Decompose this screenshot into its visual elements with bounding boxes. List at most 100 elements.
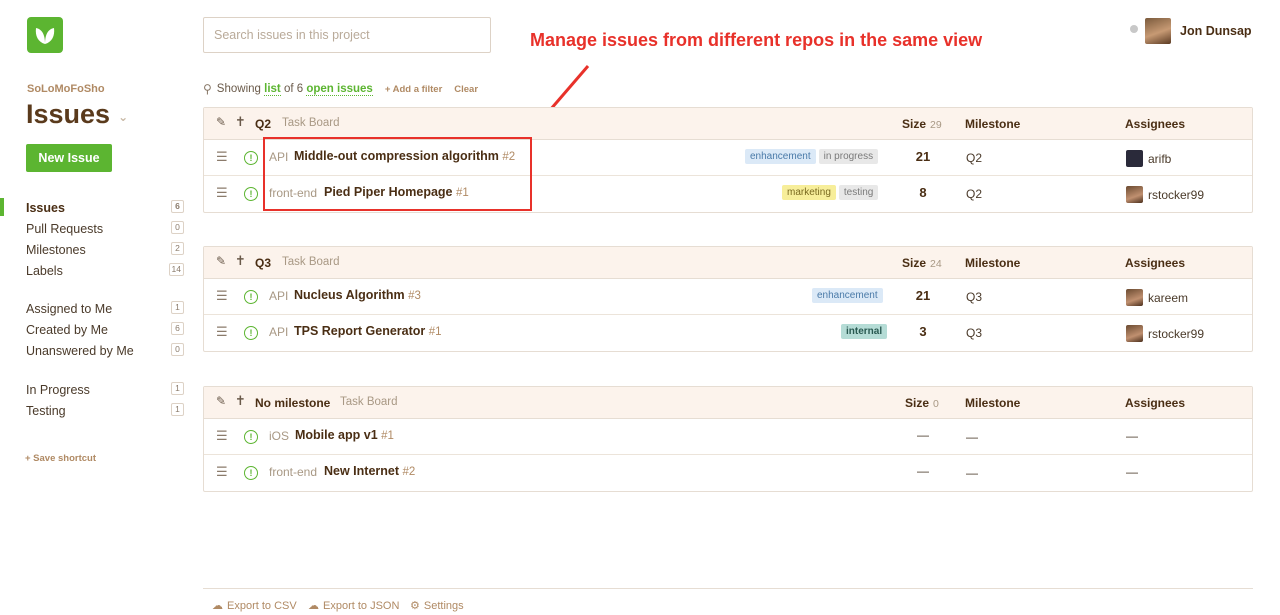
issue-size: — <box>917 428 929 442</box>
issue-title[interactable]: TPS Report Generator #1 <box>294 324 442 338</box>
drag-handle-icon[interactable]: ☰ <box>216 149 228 165</box>
size-header-label: Size <box>902 256 927 270</box>
search-input[interactable] <box>203 17 491 53</box>
open-issue-icon: ! <box>244 326 258 340</box>
size-header: Size 24 <box>902 256 942 270</box>
save-shortcut-link[interactable]: + Save shortcut <box>25 453 96 464</box>
issue-title-text: Pied Piper Homepage <box>324 185 453 199</box>
settings-link[interactable]: ⚙ Settings <box>410 599 464 613</box>
issue-title[interactable]: New Internet #2 <box>324 464 415 478</box>
label-list: internal <box>841 324 888 339</box>
drag-handle-icon[interactable]: ☰ <box>216 185 228 201</box>
project-name[interactable]: SoLoMoFoSho <box>27 83 105 95</box>
task-board-link[interactable]: Task Board <box>282 117 340 129</box>
sidebar-item-pull-requests[interactable]: Pull Requests 0 <box>0 218 190 239</box>
settings-label: Settings <box>423 599 464 612</box>
sidebar-item-issues[interactable]: Issues 6 <box>0 197 190 218</box>
issue-milestone[interactable]: — <box>966 430 978 444</box>
sidebar-nav-main: Issues 6 Pull Requests 0 Milestones 2 La… <box>0 197 190 281</box>
clear-filter-link[interactable]: Clear <box>454 84 478 95</box>
avatar <box>1126 186 1143 203</box>
issue-number: #1 <box>381 430 394 442</box>
sidebar-item-in-progress[interactable]: In Progress 1 <box>0 379 190 400</box>
sidebar-item-milestones[interactable]: Milestones 2 <box>0 239 190 260</box>
sidebar-item-assigned-to-me[interactable]: Assigned to Me 1 <box>0 298 190 319</box>
issue-milestone[interactable]: — <box>966 466 978 480</box>
signpost-icon[interactable]: ✝ <box>235 253 246 269</box>
label-in-progress[interactable]: in progress <box>818 149 879 164</box>
issue-row[interactable]: ☰ ! iOS Mobile app v1 #1 — — — <box>204 419 1252 455</box>
state-filter-link[interactable]: open issues <box>306 83 373 96</box>
sidebar-item-label: Testing <box>26 403 66 418</box>
task-board-link[interactable]: Task Board <box>282 256 340 268</box>
open-issue-icon: ! <box>244 187 258 201</box>
export-json-link[interactable]: ☁ Export to JSON <box>308 599 399 613</box>
issue-row[interactable]: ☰ ! API Nucleus Algorithm #3 enhancement… <box>204 279 1252 315</box>
gear-icon: ⚙ <box>410 600 420 612</box>
new-issue-button[interactable]: New Issue <box>26 144 112 172</box>
size-header-label: Size <box>905 396 930 410</box>
sidebar-item-label: Unanswered by Me <box>26 343 134 358</box>
signpost-icon[interactable]: ✝ <box>235 393 246 409</box>
pencil-icon[interactable]: ✎ <box>216 394 226 408</box>
issue-title[interactable]: Mobile app v1 #1 <box>295 428 394 442</box>
annotation-callout: Manage issues from different repos in th… <box>530 30 983 50</box>
drag-handle-icon[interactable]: ☰ <box>216 324 228 340</box>
milestone-header: Milestone <box>965 117 1021 131</box>
add-filter-link[interactable]: + Add a filter <box>385 84 442 95</box>
app-logo[interactable] <box>27 17 63 53</box>
sidebar-nav-filters: Assigned to Me 1 Created by Me 6 Unanswe… <box>0 298 190 361</box>
assignee[interactable]: kareem <box>1126 289 1188 306</box>
assignee[interactable]: arifb <box>1126 150 1171 167</box>
chevron-down-icon[interactable]: ⌄ <box>118 110 128 124</box>
issue-title[interactable]: Pied Piper Homepage #1 <box>324 185 469 199</box>
drag-handle-icon[interactable]: ☰ <box>216 464 228 480</box>
issue-title[interactable]: Nucleus Algorithm #3 <box>294 288 421 302</box>
task-board-link[interactable]: Task Board <box>340 396 398 408</box>
assignee[interactable]: — <box>1126 429 1138 443</box>
sidebar-item-labels[interactable]: Labels 14 <box>0 260 190 281</box>
drag-handle-icon[interactable]: ☰ <box>216 288 228 304</box>
issue-size: 3 <box>919 324 927 339</box>
milestone-group-q2: ✎ ✝ Q2 Task Board Size 29 Milestone Assig… <box>203 107 1253 213</box>
assignee[interactable]: — <box>1126 465 1138 479</box>
assignee[interactable]: rstocker99 <box>1126 186 1204 203</box>
user-menu[interactable]: Jon Dunsap <box>1130 18 1252 44</box>
repo-name: front-end <box>269 186 318 200</box>
sidebar-item-unanswered-by-me[interactable]: Unanswered by Me 0 <box>0 340 190 361</box>
label-testing[interactable]: testing <box>838 185 879 200</box>
issue-row[interactable]: ☰ ! front-end Pied Piper Homepage #1 mar… <box>204 176 1252 212</box>
signpost-icon[interactable]: ✝ <box>235 114 246 130</box>
sidebar-item-label: Created by Me <box>26 322 108 337</box>
pencil-icon[interactable]: ✎ <box>216 254 226 268</box>
label-list: enhancement in progress <box>745 149 879 164</box>
sidebar-item-testing[interactable]: Testing 1 <box>0 400 190 421</box>
label-enhancement[interactable]: enhancement <box>745 149 816 164</box>
sidebar-item-label: Milestones <box>26 242 86 257</box>
view-mode-link[interactable]: list <box>264 83 281 96</box>
sidebar-item-label: In Progress <box>26 382 90 397</box>
repo-name: front-end <box>269 465 318 479</box>
assignees-header: Assignees <box>1125 117 1186 131</box>
assignee-name: — <box>1126 429 1138 443</box>
assignee[interactable]: rstocker99 <box>1126 325 1204 342</box>
issue-row[interactable]: ☰ ! front-end New Internet #2 — — — <box>204 455 1252 491</box>
export-csv-link[interactable]: ☁ Export to CSV <box>212 599 297 613</box>
avatar <box>1145 18 1171 44</box>
label-enhancement[interactable]: enhancement <box>812 288 883 303</box>
page-title[interactable]: Issues ⌄ <box>26 99 128 130</box>
issue-row[interactable]: ☰ ! API Middle-out compression algorithm… <box>204 140 1252 176</box>
count-badge: 0 <box>171 343 184 356</box>
issue-title-text: TPS Report Generator <box>294 324 426 338</box>
issue-title[interactable]: Middle-out compression algorithm #2 <box>294 149 515 163</box>
size-total: 0 <box>933 398 939 410</box>
label-internal[interactable]: internal <box>841 324 888 339</box>
issue-milestone: Q3 <box>966 290 983 304</box>
user-name: Jon Dunsap <box>1180 24 1252 38</box>
drag-handle-icon[interactable]: ☰ <box>216 428 228 444</box>
repo-name: iOS <box>269 429 290 443</box>
issue-row[interactable]: ☰ ! API TPS Report Generator #1 internal… <box>204 315 1252 351</box>
sidebar-item-created-by-me[interactable]: Created by Me 6 <box>0 319 190 340</box>
pencil-icon[interactable]: ✎ <box>216 115 226 129</box>
label-marketing[interactable]: marketing <box>782 185 836 200</box>
